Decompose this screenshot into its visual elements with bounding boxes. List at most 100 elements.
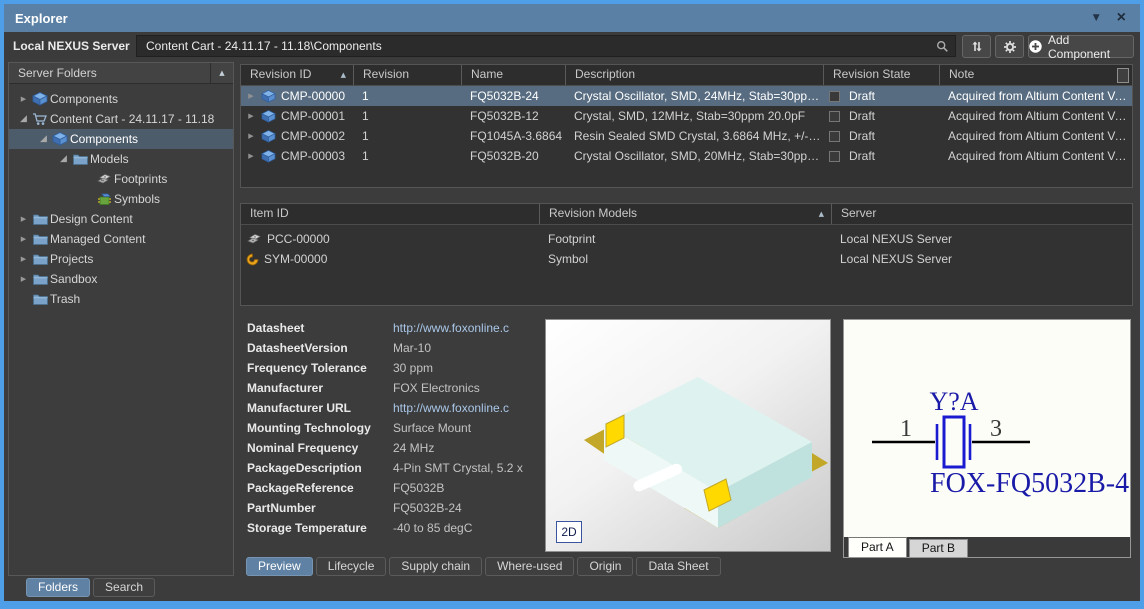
tab-supply-chain[interactable]: Supply chain [389, 557, 482, 576]
server-folders-title: Server Folders [18, 66, 97, 80]
column-header-name[interactable]: Name [461, 65, 565, 85]
revision-state: Draft [849, 106, 875, 126]
component-icon [30, 92, 50, 106]
component-icon [50, 132, 70, 146]
note: Acquired from Altium Content Vault [939, 106, 1132, 126]
tree-item-symbols[interactable]: Symbols [9, 189, 233, 209]
tab-where-used[interactable]: Where-used [485, 557, 574, 576]
expand-icon[interactable]: ▶ [17, 95, 30, 103]
property-row: Mounting TechnologySurface Mount [240, 418, 542, 438]
tree-item-design-content[interactable]: ▶ Design Content [9, 209, 233, 229]
folder-icon [30, 233, 50, 245]
sort-asc-icon: ▲ [341, 66, 346, 85]
server-selector[interactable]: Local NEXUS Server ▼ [13, 32, 143, 60]
breadcrumb-input[interactable]: Content Cart - 24.11.17 - 11.18\Componen… [136, 35, 956, 57]
collapse-icon[interactable]: ◢ [37, 134, 50, 144]
tab-lifecycle[interactable]: Lifecycle [316, 557, 387, 576]
tree-item-managed-content[interactable]: ▶ Managed Content [9, 229, 233, 249]
property-label: Manufacturer URL [240, 401, 393, 415]
expand-icon[interactable]: ▶ [17, 275, 30, 283]
revision: 1 [353, 86, 461, 106]
tree-item-components-selected[interactable]: ◢ Components [9, 129, 233, 149]
column-header-item-id[interactable]: Item ID [241, 204, 539, 224]
symbol-designator: Y?A [929, 387, 978, 416]
expand-icon[interactable]: ▶ [17, 215, 30, 223]
view-mode-2d-button[interactable]: 2D [556, 521, 582, 543]
expand-icon[interactable]: ▶ [17, 235, 30, 243]
table-row[interactable]: SYM-00000 Symbol Local NEXUS Server [241, 249, 1132, 269]
column-header-revision-id[interactable]: Revision ID▲ [241, 65, 353, 85]
table-row[interactable]: ▶CMP-00002 1 FQ1045A-3.6864 Resin Sealed… [241, 126, 1132, 146]
column-header-revision[interactable]: Revision [353, 65, 461, 85]
property-value: FQ5032B [393, 481, 542, 495]
tree-item-trash[interactable]: Trash [9, 289, 233, 309]
collapse-icon[interactable]: ◢ [57, 154, 70, 164]
3d-preview-viewport[interactable]: 2D [545, 319, 831, 552]
tree-item-components-root[interactable]: ▶ Components [9, 89, 233, 109]
property-value-link[interactable]: http://www.foxonline.c [393, 401, 542, 415]
footprint-icon [246, 233, 262, 245]
symbol-canvas[interactable]: Y?A 1 3 FOX-FQ5032B-4 [844, 320, 1130, 537]
explorer-panel: Explorer ▼ × Local NEXUS Server ▼ Conten… [0, 0, 1144, 609]
table-row[interactable]: ▶CMP-00001 1 FQ5032B-12 Crystal, SMD, 12… [241, 106, 1132, 126]
name: FQ5032B-20 [461, 146, 565, 166]
property-label: Mounting Technology [240, 421, 393, 435]
table-row[interactable]: PCC-00000 Footprint Local NEXUS Server [241, 229, 1132, 249]
tree-item-label: Sandbox [50, 272, 97, 286]
panel-menu-caret-icon[interactable]: ▼ [1093, 13, 1100, 23]
tab-search[interactable]: Search [93, 578, 155, 597]
note: Acquired from Altium Content Vault [939, 146, 1132, 166]
expand-icon[interactable]: ▶ [246, 86, 256, 106]
tree-item-sandbox[interactable]: ▶ Sandbox [9, 269, 233, 289]
gear-icon [1003, 40, 1017, 54]
refresh-button[interactable] [962, 35, 991, 58]
tree-item-footprints[interactable]: Footprints [9, 169, 233, 189]
tab-origin[interactable]: Origin [577, 557, 633, 576]
tab-folders[interactable]: Folders [26, 578, 90, 597]
revision-state-checkbox[interactable] [829, 111, 840, 122]
expand-icon[interactable]: ▶ [17, 255, 30, 263]
tab-data-sheet[interactable]: Data Sheet [636, 557, 720, 576]
expand-icon[interactable]: ▶ [246, 146, 256, 166]
column-header-revision-state[interactable]: Revision State [823, 65, 939, 85]
column-header-server[interactable]: Server [831, 204, 1132, 224]
tree-item-models[interactable]: ◢ Models [9, 149, 233, 169]
search-icon[interactable] [936, 40, 949, 53]
tab-part-b[interactable]: Part B [909, 539, 968, 557]
revision-state-checkbox[interactable] [829, 91, 840, 102]
property-label: PackageDescription [240, 461, 393, 475]
expand-icon[interactable]: ▶ [246, 106, 256, 126]
property-row: Nominal Frequency24 MHz [240, 438, 542, 458]
breadcrumb: Content Cart - 24.11.17 - 11.18\Componen… [146, 39, 936, 53]
tree-item-projects[interactable]: ▶ Projects [9, 249, 233, 269]
symbol-preview-panel: Y?A 1 3 FOX-FQ5032B-4 Part A [843, 319, 1131, 558]
column-header-note[interactable]: Note [939, 65, 1132, 85]
sort-asc-icon: ▲ [819, 205, 824, 224]
tab-part-a[interactable]: Part A [848, 537, 907, 557]
column-header-revision-models[interactable]: Revision Models▲ [539, 204, 831, 224]
close-icon[interactable]: × [1117, 11, 1126, 25]
property-value-link[interactable]: http://www.foxonline.c [393, 321, 542, 335]
revision: 1 [353, 146, 461, 166]
tab-preview[interactable]: Preview [246, 557, 313, 576]
add-component-button[interactable]: Add Component [1028, 35, 1134, 58]
property-label: PartNumber [240, 501, 393, 515]
server-selector-label: Local NEXUS Server [13, 39, 130, 53]
column-header-description[interactable]: Description [565, 65, 823, 85]
table-customize-button[interactable] [1117, 68, 1129, 83]
collapse-panel-icon[interactable]: ▲ [210, 63, 233, 83]
property-label: Datasheet [240, 321, 393, 335]
collapse-icon[interactable]: ◢ [17, 114, 30, 124]
table-row[interactable]: ▶CMP-00003 1 FQ5032B-20 Crystal Oscillat… [241, 146, 1132, 166]
settings-button[interactable] [995, 35, 1024, 58]
server: Local NEXUS Server [831, 249, 1132, 269]
panel-title: Explorer [4, 11, 68, 26]
symbol-pin-number-left: 1 [900, 416, 912, 442]
expand-icon[interactable]: ▶ [246, 126, 256, 146]
tree-item-content-cart[interactable]: ◢ Content Cart - 24.11.17 - 11.18 [9, 109, 233, 129]
revision-state-checkbox[interactable] [829, 151, 840, 162]
revision: 1 [353, 126, 461, 146]
property-row: Datasheethttp://www.foxonline.c [240, 318, 542, 338]
revision-state-checkbox[interactable] [829, 131, 840, 142]
table-row[interactable]: ▶CMP-00000 1 FQ5032B-24 Crystal Oscillat… [241, 86, 1132, 106]
